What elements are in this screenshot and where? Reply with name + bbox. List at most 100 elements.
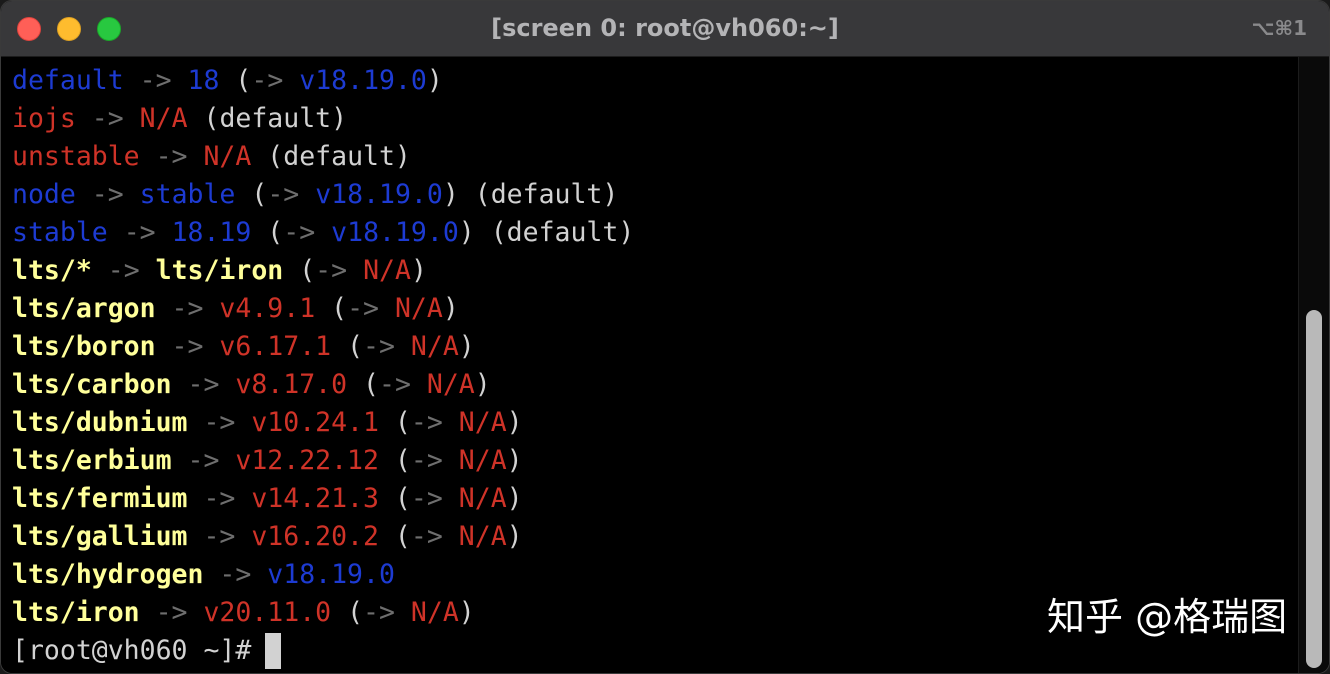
terminal-text: -> [108, 217, 172, 248]
terminal-line: node -> stable (-> v18.19.0) (default) [12, 176, 634, 214]
terminal-line: default -> 18 (-> v18.19.0) [12, 62, 634, 100]
terminal-text: v20.11.0 [203, 597, 331, 628]
terminal-text [443, 407, 459, 438]
terminal-text: v18.19.0 [315, 179, 443, 210]
terminal-text: -> [411, 407, 443, 438]
terminal-line: unstable -> N/A (default) [12, 138, 634, 176]
terminal-text [443, 521, 459, 552]
terminal-text: ( [379, 521, 411, 552]
terminal-text: N/A [459, 445, 507, 476]
terminal-text: lts/erbium [12, 445, 172, 476]
terminal-text: -> [347, 293, 379, 324]
terminal-line: lts/iron -> v20.11.0 (-> N/A) [12, 594, 634, 632]
terminal-text: v18.19.0 [267, 559, 395, 590]
terminal-text: -> [315, 255, 347, 286]
terminal-text [395, 331, 411, 362]
terminal-text: ( [235, 179, 267, 210]
terminal-text: N/A [203, 141, 251, 172]
title-bar[interactable]: [screen 0: root@vh060:~] ⌥⌘1 [1, 1, 1329, 57]
terminal-text: 18 [188, 65, 220, 96]
terminal-text: unstable [12, 141, 140, 172]
terminal-text [379, 293, 395, 324]
terminal-text: -> [411, 483, 443, 514]
terminal-text: -> [172, 369, 236, 400]
terminal-text: stable [140, 179, 236, 210]
terminal-text: ( [379, 407, 411, 438]
terminal-text: -> [140, 597, 204, 628]
terminal-text: lts/iron [12, 597, 140, 628]
terminal-text: -> [156, 331, 220, 362]
terminal-text: N/A [427, 369, 475, 400]
terminal-output: default -> 18 (-> v18.19.0)iojs -> N/A (… [12, 62, 634, 670]
terminal-text: N/A [459, 483, 507, 514]
terminal-text: lts/* [12, 255, 92, 286]
scrollbar-thumb[interactable] [1306, 310, 1322, 668]
terminal-text: -> [267, 179, 299, 210]
terminal-text: v6.17.1 [219, 331, 331, 362]
window-title: [screen 0: root@vh060:~] [1, 14, 1329, 42]
terminal-text: -> [188, 521, 252, 552]
terminal-text: -> [156, 293, 220, 324]
shell-prompt: [root@vh060 ~]# [12, 635, 251, 666]
terminal-text: ( [315, 293, 347, 324]
terminal-line: lts/* -> lts/iron (-> N/A) [12, 252, 634, 290]
terminal-text: lts/boron [12, 331, 156, 362]
terminal-text: -> [283, 217, 315, 248]
terminal-text: default [12, 65, 124, 96]
terminal-text [299, 179, 315, 210]
terminal-text: v18.19.0 [299, 65, 427, 96]
terminal-text: ) [507, 521, 523, 552]
terminal-line: lts/hydrogen -> v18.19.0 [12, 556, 634, 594]
prompt-line[interactable]: [root@vh060 ~]# [12, 632, 634, 670]
terminal-text [283, 65, 299, 96]
terminal-text: ) [459, 331, 475, 362]
terminal-text: -> [188, 407, 252, 438]
terminal-text: ) [475, 369, 491, 400]
terminal-content[interactable]: default -> 18 (-> v18.19.0)iojs -> N/A (… [1, 57, 1329, 674]
terminal-text [395, 597, 411, 628]
terminal-line: lts/gallium -> v16.20.2 (-> N/A) [12, 518, 634, 556]
terminal-text: ( [347, 369, 379, 400]
terminal-line: stable -> 18.19 (-> v18.19.0) (default) [12, 214, 634, 252]
terminal-text: ) (default) [443, 179, 619, 210]
terminal-text [315, 217, 331, 248]
terminal-text: stable [12, 217, 108, 248]
terminal-text: ) [459, 597, 475, 628]
terminal-text: ) [411, 255, 427, 286]
terminal-text: lts/fermium [12, 483, 188, 514]
terminal-text: lts/argon [12, 293, 156, 324]
terminal-text: v4.9.1 [219, 293, 315, 324]
terminal-text: -> [76, 179, 140, 210]
terminal-text: -> [363, 331, 395, 362]
terminal-text: lts/carbon [12, 369, 172, 400]
terminal-text: lts/hydrogen [12, 559, 203, 590]
terminal-text: v18.19.0 [331, 217, 459, 248]
terminal-text: ( [283, 255, 315, 286]
terminal-text: v10.24.1 [251, 407, 379, 438]
terminal-line: lts/erbium -> v12.22.12 (-> N/A) [12, 442, 634, 480]
terminal-text: ( [331, 597, 363, 628]
terminal-text: lts/gallium [12, 521, 188, 552]
terminal-text: iojs [12, 103, 76, 134]
terminal-text: (default) [251, 141, 411, 172]
terminal-text: N/A [411, 331, 459, 362]
scrollbar[interactable] [1298, 57, 1329, 674]
terminal-text: ( [251, 217, 283, 248]
terminal-text: ) [507, 407, 523, 438]
terminal-text: ) [507, 445, 523, 476]
terminal-text: node [12, 179, 76, 210]
text-cursor [265, 633, 281, 669]
terminal-text: -> [172, 445, 236, 476]
terminal-text: N/A [395, 293, 443, 324]
terminal-text: N/A [459, 407, 507, 438]
terminal-text: v16.20.2 [251, 521, 379, 552]
terminal-text: v12.22.12 [235, 445, 379, 476]
terminal-line: lts/argon -> v4.9.1 (-> N/A) [12, 290, 634, 328]
terminal-text: -> [411, 521, 443, 552]
terminal-text: N/A [411, 597, 459, 628]
terminal-text: ) [443, 293, 459, 324]
terminal-text: -> [124, 65, 188, 96]
terminal-text: ) [507, 483, 523, 514]
terminal-text: lts/iron [156, 255, 284, 286]
terminal-text: ( [379, 483, 411, 514]
